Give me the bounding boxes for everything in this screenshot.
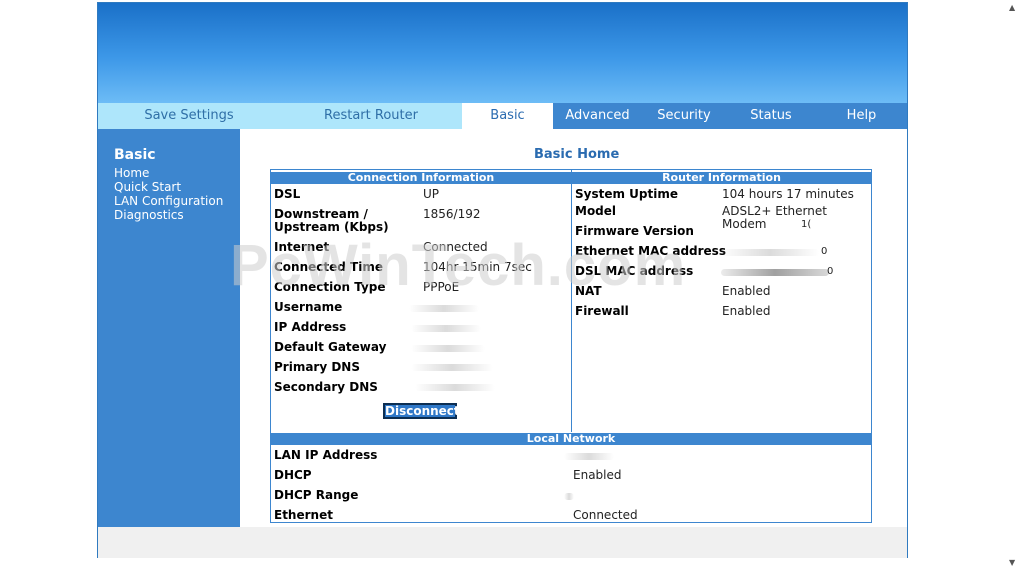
scroll-up-icon[interactable]: ▲ xyxy=(1009,3,1015,12)
status-table: Connection Information Router Informatio… xyxy=(270,169,872,523)
dhcp-range-label: DHCP Range xyxy=(274,488,359,502)
tab-status[interactable]: Status xyxy=(726,103,816,129)
dsl-label: DSL xyxy=(274,187,301,201)
connected-time-value: 104hr 15min 7sec xyxy=(423,260,532,274)
username-label: Username xyxy=(274,300,343,314)
sidebar-item-lan-configuration[interactable]: LAN Configuration xyxy=(114,194,223,208)
upstream-label: Upstream (Kbps) xyxy=(274,220,389,234)
disconnect-button[interactable]: Disconnect xyxy=(383,403,460,419)
column-divider xyxy=(571,170,572,432)
dhcp-label: DHCP xyxy=(274,468,312,482)
dhcp-value: Enabled xyxy=(573,468,622,482)
tab-basic[interactable]: Basic xyxy=(462,103,553,129)
dsl-mac-fragment: 0 xyxy=(827,266,834,277)
firmware-version-fragment: 1( xyxy=(801,219,812,230)
connection-type-label: Connection Type xyxy=(274,280,386,294)
internet-value: Connected xyxy=(423,240,488,254)
nat-value: Enabled xyxy=(722,284,771,298)
firewall-value: Enabled xyxy=(722,304,771,318)
ethernet-label: Ethernet xyxy=(274,508,333,522)
footer-bar xyxy=(98,527,907,558)
firmware-version-label: Firmware Version xyxy=(575,224,694,238)
stream-rate-value: 1856/192 xyxy=(423,207,481,221)
primary-dns-label: Primary DNS xyxy=(274,360,360,374)
router-info-header: Router Information xyxy=(572,172,871,184)
scroll-down-icon[interactable]: ▼ xyxy=(1009,558,1015,567)
ethernet-mac-fragment: 0 xyxy=(821,246,828,257)
redacted-ethernet-mac xyxy=(721,249,819,256)
secondary-dns-label: Secondary DNS xyxy=(274,380,378,394)
sidebar-item-quick-start[interactable]: Quick Start xyxy=(114,180,181,194)
connection-info-header: Connection Information xyxy=(271,172,571,184)
router-admin-page: Save Settings Restart Router Basic Advan… xyxy=(97,2,908,558)
redacted-ip-address xyxy=(411,325,481,332)
sidebar: Basic Home Quick Start LAN Configuration… xyxy=(98,129,240,527)
top-navigation: Save Settings Restart Router Basic Advan… xyxy=(98,103,907,129)
redacted-dsl-mac xyxy=(721,269,829,276)
local-network-header: Local Network xyxy=(271,433,871,445)
redacted-secondary-dns xyxy=(415,384,495,391)
default-gateway-label: Default Gateway xyxy=(274,340,387,354)
nav-save-settings[interactable]: Save Settings xyxy=(98,103,280,129)
lan-ip-label: LAN IP Address xyxy=(274,448,378,462)
redacted-dhcp-range xyxy=(564,493,574,500)
header-banner xyxy=(98,3,907,103)
model-label: Model xyxy=(575,204,617,218)
page-scrollbar[interactable] xyxy=(1004,0,1022,570)
system-uptime-label: System Uptime xyxy=(575,187,678,201)
connected-time-label: Connected Time xyxy=(274,260,383,274)
ip-address-label: IP Address xyxy=(274,320,347,334)
page-title: Basic Home xyxy=(534,147,620,162)
dsl-value: UP xyxy=(423,187,440,201)
tab-security[interactable]: Security xyxy=(642,103,726,129)
system-uptime-value: 104 hours 17 minutes xyxy=(722,187,854,201)
sidebar-item-home[interactable]: Home xyxy=(114,166,149,180)
ethernet-mac-label: Ethernet MAC address xyxy=(575,244,726,258)
nav-restart-router[interactable]: Restart Router xyxy=(280,103,462,129)
sidebar-item-diagnostics[interactable]: Diagnostics xyxy=(114,208,184,222)
redacted-lan-ip xyxy=(564,453,614,460)
tab-help[interactable]: Help xyxy=(816,103,907,129)
redacted-gateway xyxy=(411,345,485,352)
sidebar-title: Basic xyxy=(114,147,156,163)
internet-label: Internet xyxy=(274,240,330,254)
connection-type-value: PPPoE xyxy=(423,280,460,294)
redacted-username xyxy=(409,305,479,312)
tab-advanced[interactable]: Advanced xyxy=(553,103,642,129)
redacted-primary-dns xyxy=(411,364,493,371)
dsl-mac-label: DSL MAC address xyxy=(575,264,694,278)
ethernet-value: Connected xyxy=(573,508,638,522)
model-value: ADSL2+ Ethernet Modem xyxy=(722,204,827,231)
firewall-label: Firewall xyxy=(575,304,629,318)
nat-label: NAT xyxy=(575,284,602,298)
